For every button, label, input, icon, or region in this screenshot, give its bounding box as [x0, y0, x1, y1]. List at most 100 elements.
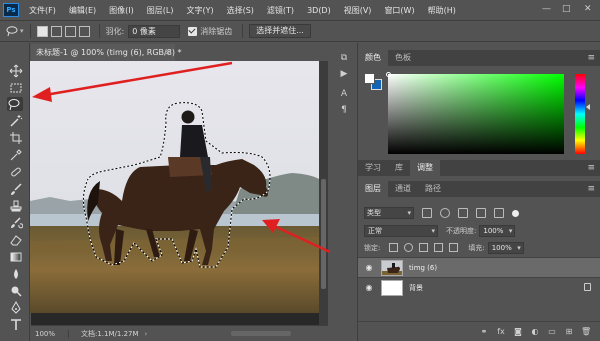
visibility-eye-icon[interactable]: ◉ — [363, 263, 375, 272]
type-tool-icon[interactable] — [9, 318, 23, 332]
color-picker-field[interactable] — [388, 74, 564, 154]
select-and-mask-button[interactable]: 选择并遮住... — [249, 24, 311, 38]
lock-artboard-icon[interactable] — [434, 243, 444, 252]
hue-slider[interactable] — [575, 74, 585, 154]
tab-swatches[interactable]: 色板 — [388, 50, 418, 66]
maximize-button[interactable]: □ — [562, 4, 571, 14]
tab-libraries[interactable]: 库 — [388, 160, 410, 176]
lock-all-icon[interactable] — [449, 243, 459, 252]
panel-menu-icon[interactable]: ≡ — [587, 160, 595, 176]
menu-image[interactable]: 图像(I) — [109, 5, 134, 16]
eyedropper-tool-icon[interactable] — [9, 148, 23, 162]
paragraph-icon[interactable]: ¶ — [338, 104, 350, 116]
menu-filter[interactable]: 滤镜(T) — [267, 5, 294, 16]
layer-name[interactable]: 背景 — [409, 283, 423, 293]
close-tab-icon[interactable]: × — [164, 44, 171, 61]
intersect-selection-icon[interactable] — [78, 25, 90, 37]
new-group-icon[interactable]: ▭ — [547, 327, 557, 337]
panel-menu-icon[interactable]: ≡ — [587, 50, 595, 66]
tab-layers[interactable]: 图层 — [358, 181, 388, 197]
pen-tool-icon[interactable] — [9, 301, 23, 315]
photoshop-logo-icon: Ps — [3, 3, 19, 17]
document-canvas[interactable] — [30, 61, 319, 313]
zoom-level[interactable]: 100% — [31, 329, 69, 338]
vertical-scrollbar[interactable] — [319, 61, 328, 325]
magic-wand-tool-icon[interactable] — [9, 114, 23, 128]
horizontal-scroll-thumb[interactable] — [231, 331, 291, 336]
character-icon[interactable]: A — [338, 88, 350, 100]
chevron-right-icon[interactable]: › — [145, 330, 148, 338]
subtract-selection-icon[interactable] — [64, 25, 76, 37]
kind-filter-select[interactable]: 类型 — [364, 207, 414, 219]
history-brush-tool-icon[interactable] — [9, 216, 23, 230]
menu-edit[interactable]: 编辑(E) — [69, 5, 96, 16]
eraser-tool-icon[interactable] — [9, 233, 23, 247]
filter-pixel-icon[interactable] — [422, 208, 432, 218]
hue-slider-handle[interactable] — [586, 104, 590, 110]
crop-tool-icon[interactable] — [9, 131, 23, 145]
filter-adjustment-icon[interactable] — [440, 208, 450, 218]
minimize-button[interactable]: — — [542, 4, 551, 14]
scroll-thumb[interactable] — [321, 179, 326, 289]
menu-view[interactable]: 视图(V) — [344, 5, 372, 16]
menu-layer[interactable]: 图层(L) — [147, 5, 174, 16]
menu-help[interactable]: 帮助(H) — [428, 5, 456, 16]
actions-icon[interactable]: ▶ — [338, 68, 350, 80]
learn-panel-tabs: 学习 库 调整 ≡ — [358, 160, 600, 176]
menu-file[interactable]: 文件(F) — [29, 5, 56, 16]
feather-input[interactable]: 0 像素 — [128, 24, 181, 38]
new-selection-icon[interactable] — [36, 25, 48, 37]
blur-tool-icon[interactable] — [9, 267, 23, 281]
tab-paths[interactable]: 路径 — [418, 181, 448, 197]
new-layer-icon[interactable]: ⊞ — [564, 327, 574, 337]
marquee-tool-icon[interactable] — [9, 81, 23, 95]
lasso-preset-icon[interactable] — [6, 25, 18, 37]
filter-type-icon[interactable] — [458, 208, 468, 218]
gradient-tool-icon[interactable] — [9, 250, 23, 264]
layer-row-timg[interactable]: ◉ timg (6) — [358, 257, 600, 277]
move-tool-icon[interactable] — [9, 64, 23, 78]
horse-rider-photo — [30, 61, 319, 313]
dodge-tool-icon[interactable] — [9, 284, 23, 298]
menu-3d[interactable]: 3D(D) — [307, 6, 331, 15]
filter-smart-object-icon[interactable] — [494, 208, 504, 218]
brush-tool-icon[interactable] — [9, 182, 23, 196]
fill-input[interactable]: 100% — [487, 241, 524, 254]
tab-channels[interactable]: 通道 — [388, 181, 418, 197]
filter-toggle-icon[interactable] — [512, 209, 519, 217]
add-mask-icon[interactable]: ◙ — [513, 327, 523, 337]
lock-transparent-icon[interactable] — [389, 243, 399, 252]
link-layers-icon[interactable]: ⚭ — [479, 327, 489, 337]
opacity-input[interactable]: 100% — [479, 224, 516, 237]
chevron-down-icon[interactable]: ▾ — [20, 27, 24, 35]
fx-icon[interactable]: fx — [496, 327, 506, 337]
antialias-checkbox[interactable] — [188, 26, 198, 36]
tab-color[interactable]: 颜色 — [358, 50, 388, 66]
lock-position-icon[interactable] — [419, 243, 429, 252]
blend-row: 正常 不透明度: 100% — [358, 223, 600, 238]
layer-row-background[interactable]: ◉ 背景 — [358, 277, 600, 297]
tab-learn[interactable]: 学习 — [358, 160, 388, 176]
filter-shape-icon[interactable] — [476, 208, 486, 218]
menu-type[interactable]: 文字(Y) — [186, 5, 213, 16]
lock-image-icon[interactable] — [404, 243, 414, 252]
tab-adjustments[interactable]: 调整 — [410, 160, 440, 176]
layer-name[interactable]: timg (6) — [409, 264, 437, 272]
clone-stamp-tool-icon[interactable] — [9, 199, 23, 213]
lasso-tool-icon[interactable] — [7, 97, 23, 111]
panel-menu-icon[interactable]: ≡ — [587, 181, 595, 197]
layer-thumbnail — [381, 279, 403, 296]
menu-window[interactable]: 窗口(W) — [384, 5, 414, 16]
document-tab[interactable]: 未标题-1 @ 100% (timg (6), RGB/8) * × — [31, 44, 181, 61]
healing-brush-tool-icon[interactable] — [9, 165, 23, 179]
history-icon[interactable]: ⧉ — [338, 52, 350, 64]
options-bar: ▾ 羽化: 0 像素 消除锯齿 选择并遮住... — [0, 20, 600, 42]
visibility-eye-icon[interactable]: ◉ — [363, 283, 375, 292]
menu-select[interactable]: 选择(S) — [227, 5, 254, 16]
add-selection-icon[interactable] — [50, 25, 62, 37]
adjustment-layer-icon[interactable]: ◐ — [530, 327, 540, 337]
trash-icon[interactable]: 🗑 — [581, 327, 591, 337]
foreground-color-swatch[interactable] — [364, 73, 375, 84]
blend-mode-select[interactable]: 正常 — [364, 224, 438, 237]
close-button[interactable]: ✕ — [584, 4, 592, 14]
